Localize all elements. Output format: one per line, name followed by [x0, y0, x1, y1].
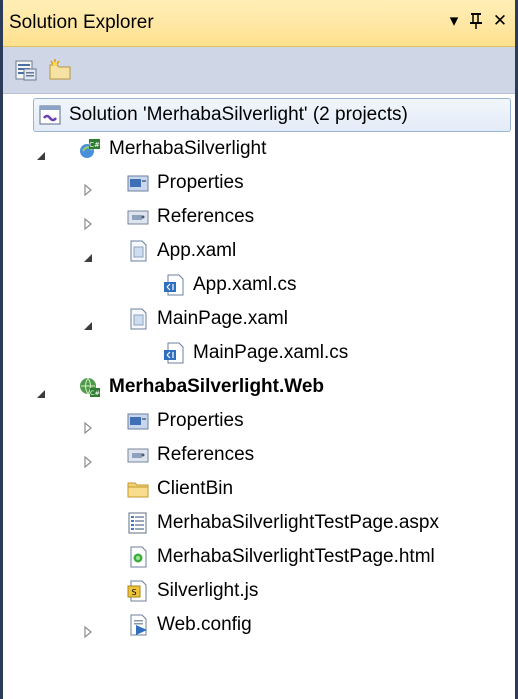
tree-item-mainpage-xaml-cs[interactable]: MainPage.xaml.cs [163, 336, 348, 370]
tree-item-silverlight-js[interactable]: S Silverlight.js [127, 574, 258, 608]
svg-text:C#: C# [89, 141, 100, 149]
folder-icon [127, 482, 149, 498]
references-folder-icon [127, 210, 149, 225]
tree-item-label: ClientBin [157, 478, 234, 499]
tree-item-label: MainPage.xaml [157, 308, 288, 329]
tree-item-clientbin[interactable]: ClientBin [127, 472, 233, 506]
tree-item-label: Properties [157, 172, 244, 193]
tree-item-label: References [157, 444, 255, 465]
tree-item-app-xaml[interactable]: App.xaml [127, 234, 236, 268]
show-all-files-icon[interactable] [47, 57, 73, 83]
tree-item-project-merhabasilverlight[interactable]: C# MerhabaSilverlight [79, 132, 266, 166]
collapsed-arrow-icon[interactable] [81, 421, 95, 435]
tree-item-label: Web.config [157, 614, 252, 635]
window-position-dropdown-icon[interactable]: ▾ [443, 10, 465, 32]
config-file-icon [130, 614, 147, 636]
tree-item-label: MerhabaSilverlight [109, 138, 267, 159]
collapsed-arrow-icon[interactable] [81, 455, 95, 469]
svg-text:S: S [131, 588, 136, 597]
toolbar [3, 47, 515, 94]
solution-tree: Solution 'MerhabaSilverlight' (2 project… [3, 94, 515, 699]
solution-icon [39, 105, 61, 125]
expanded-arrow-icon[interactable] [34, 149, 48, 163]
js-file-icon: S [127, 580, 147, 602]
expanded-arrow-icon[interactable] [81, 319, 95, 333]
expanded-arrow-icon[interactable] [81, 251, 95, 265]
tree-item-testpage-aspx[interactable]: MerhabaSilverlightTestPage.aspx [127, 506, 439, 540]
expanded-arrow-icon[interactable] [34, 387, 48, 401]
tree-item-references[interactable]: References [127, 200, 254, 234]
properties-icon[interactable] [13, 57, 39, 83]
title-bar: Solution Explorer ▾ ✕ [3, 0, 515, 47]
tree-item-testpage-html[interactable]: MerhabaSilverlightTestPage.html [127, 540, 435, 574]
tree-item-web-config[interactable]: Web.config [127, 608, 252, 642]
svg-text:C#: C# [90, 389, 100, 397]
tree-item-label: MerhabaSilverlightTestPage.aspx [157, 512, 439, 533]
tree-item-project-merhabasilverlight-web[interactable]: C# MerhabaSilverlight.Web [79, 370, 324, 404]
csharp-web-project-icon: C# [80, 377, 100, 397]
tree-item-label: App.xaml.cs [193, 274, 297, 295]
properties-folder-icon [127, 413, 149, 430]
close-icon[interactable]: ✕ [489, 10, 511, 32]
tree-item-solution[interactable]: Solution 'MerhabaSilverlight' (2 project… [39, 98, 408, 132]
code-file-icon [164, 342, 184, 364]
tree-item-label: Solution 'MerhabaSilverlight' (2 project… [69, 104, 408, 125]
pin-icon [470, 13, 482, 29]
csharp-silverlight-project-icon: C# [80, 139, 100, 158]
references-folder-icon [127, 448, 149, 463]
properties-folder-icon [127, 175, 149, 192]
collapsed-arrow-icon[interactable] [81, 183, 95, 197]
tree-item-mainpage-xaml[interactable]: MainPage.xaml [127, 302, 288, 336]
xaml-file-icon [130, 240, 147, 262]
solution-explorer-panel: Solution Explorer ▾ ✕ Solution 'MerhabaS… [0, 0, 518, 699]
html-file-icon [130, 546, 147, 568]
tree-item-app-xaml-cs[interactable]: App.xaml.cs [163, 268, 296, 302]
tree-item-properties[interactable]: Properties [127, 404, 244, 438]
code-file-icon [164, 274, 184, 296]
collapsed-arrow-icon[interactable] [81, 625, 95, 639]
auto-hide-pin-icon[interactable] [465, 10, 487, 32]
tree-item-references[interactable]: References [127, 438, 254, 472]
panel-title: Solution Explorer [9, 12, 154, 33]
tree-item-label: References [157, 206, 255, 227]
xaml-file-icon [130, 308, 147, 330]
tree-item-label: MerhabaSilverlightTestPage.html [157, 546, 435, 567]
aspx-file-icon [128, 512, 147, 534]
tree-item-label: MainPage.xaml.cs [193, 342, 349, 363]
tree-item-label: App.xaml [157, 240, 237, 261]
tree-item-label: MerhabaSilverlight.Web [109, 376, 325, 397]
tree-item-label: Silverlight.js [157, 580, 259, 601]
tree-item-label: Properties [157, 410, 244, 431]
tree-item-properties[interactable]: Properties [127, 166, 244, 200]
collapsed-arrow-icon[interactable] [81, 217, 95, 231]
